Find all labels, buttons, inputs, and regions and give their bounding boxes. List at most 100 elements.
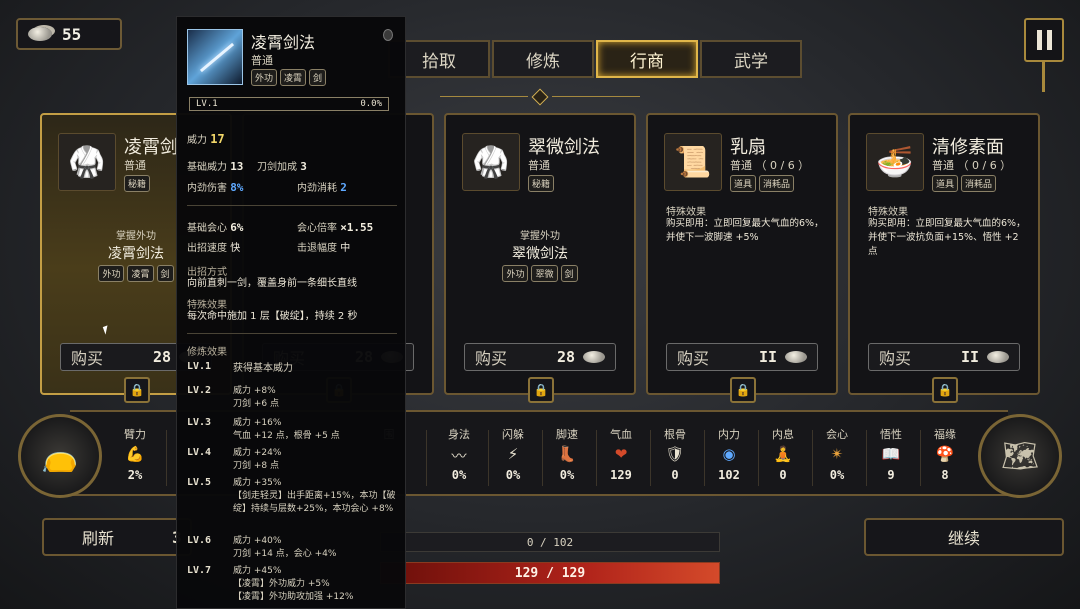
level-desc: 威力 +16% 气血 +12 点，根骨 +5 点	[233, 418, 340, 441]
base-power: 基础威力 13	[187, 160, 244, 173]
meditate-icon: 🧘	[773, 445, 793, 463]
skill-tag: 剑	[309, 69, 327, 86]
level-desc: 威力 +35% 【剑走轻灵】出手距离+15%，本功【破绽】持续与层数+25%，本…	[233, 478, 396, 514]
continue-button[interactable]: 继续	[864, 518, 1064, 556]
stat-move-speed: 脚速 👢 0%	[542, 426, 592, 482]
tooltip-title: 凌霄剑法	[251, 33, 316, 52]
silver-coin-icon	[785, 351, 807, 363]
tab-merchant[interactable]: 行商	[596, 40, 698, 78]
dodge-icon: ⚡	[507, 445, 519, 463]
skill-tag: 凌霄	[127, 265, 154, 282]
lock-icon[interactable]: 🔒	[124, 377, 150, 403]
level-label: LV.6	[187, 535, 212, 546]
level-desc: 威力 +45% 【凌霄】外功威力 +5% 【凌霄】外功助攻加强 +12%	[233, 566, 354, 602]
level-label: LV.7	[187, 565, 212, 576]
knockback: 击退幅度 中	[297, 243, 351, 254]
skill-tag: 剑	[560, 265, 578, 282]
card-rarity: 普通	[124, 159, 146, 172]
base-crit: 基础会心 6%	[187, 221, 244, 234]
gem-icon	[383, 29, 393, 41]
mushroom-icon: 🍄	[935, 445, 955, 463]
shield-icon: 🛡	[665, 445, 685, 463]
refresh-button[interactable]: 刷新 3	[42, 518, 192, 556]
burst-icon: ✴	[830, 445, 844, 463]
card-tag: 消耗品	[759, 175, 795, 192]
arm-icon: 💪	[125, 445, 145, 463]
scroll-map-button[interactable]: 🗺	[978, 414, 1062, 498]
level-label: LV.2	[187, 385, 212, 396]
tab-bar: 拾取 修炼 行商 武学	[388, 40, 808, 78]
tab-ornament	[440, 88, 640, 106]
scroll-icon: 🥋	[58, 133, 116, 191]
skill-tooltip: 凌霄剑法 普通 外功 凌霄 剑 LV.1 0.0% 威力 17 基础威力 13 …	[176, 16, 406, 609]
orb-icon: ◉	[722, 445, 736, 463]
tab-martial-arts[interactable]: 武学	[700, 40, 802, 78]
level-desc: 获得基本威力	[233, 363, 293, 374]
effect-text: 购买即用：立即回复最大气血的6%，并使下一波抗负面+15%、悟性 +2 点	[868, 218, 1026, 257]
sword-skill-icon	[187, 29, 243, 85]
skill-tag: 翠微	[531, 265, 558, 282]
scroll-icon: 🗺	[1000, 438, 1040, 474]
card-rarity: 普通 （ 0 / 6 ）	[932, 159, 1012, 172]
exp-text: 0 / 102	[526, 535, 574, 549]
shop-card-4[interactable]: 📜 乳扇 普通 （ 0 / 6 ） 道具 消耗品 特殊效果 购买即用：立即回复最…	[646, 113, 838, 403]
currency-amount: 55	[62, 24, 82, 44]
price: II	[960, 348, 979, 366]
buy-label: 购买	[879, 349, 912, 368]
lock-icon[interactable]: 🔒	[730, 377, 756, 403]
card-tag: 秘籍	[124, 175, 151, 192]
skill-tag: 凌霄	[280, 69, 307, 86]
refresh-label: 刷新	[82, 529, 115, 548]
stat-dodge: 闪躲 ⚡ 0%	[488, 426, 538, 482]
shop-card-5[interactable]: 🍜 清修素面 普通 （ 0 / 6 ） 道具 消耗品 特殊效果 购买即用：立即回…	[848, 113, 1040, 403]
lock-icon[interactable]: 🔒	[528, 377, 554, 403]
price: 28	[152, 348, 171, 366]
exp-bar: 0 / 102	[380, 532, 720, 552]
effect-heading: 特殊效果	[868, 207, 908, 218]
inventory-bag-button[interactable]: 👝	[18, 414, 102, 498]
card-rarity: 普通 （ 0 / 6 ）	[730, 159, 810, 172]
pause-button[interactable]	[1024, 18, 1064, 62]
stat-luck: 福缘 🍄 8	[920, 426, 970, 482]
heart-icon: ❤	[614, 445, 628, 463]
card-tag: 道具	[932, 175, 959, 192]
silver-coin-icon	[28, 27, 52, 41]
bag-icon: 👝	[41, 438, 79, 474]
book-icon: 📖	[881, 445, 901, 463]
skill-tag: 剑	[156, 265, 174, 282]
special-heading: 特殊效果	[187, 300, 227, 311]
stat-agility: 身法 〰 0%	[434, 426, 484, 482]
stat-strength: 臂力 💪 2%	[110, 426, 160, 482]
fan-food-icon: 📜	[664, 133, 722, 191]
level-desc: 威力 +24% 刀剑 +8 点	[233, 448, 282, 471]
level-label: LV.4	[187, 447, 212, 458]
card-title: 翠微剑法	[528, 137, 600, 158]
buy-button[interactable]: 购买 II	[868, 343, 1020, 371]
card-rarity: 普通	[528, 159, 550, 172]
silver-coin-icon	[583, 351, 605, 363]
level-desc: 威力 +8% 刀剑 +6 点	[233, 386, 279, 409]
buy-button[interactable]: 购买 28	[464, 343, 616, 371]
hp-bar: 129 / 129	[380, 562, 720, 584]
boot-icon: 👢	[557, 445, 577, 463]
tassel-ornament	[1042, 62, 1045, 92]
level-label: LV.5	[187, 477, 212, 488]
method-heading: 出招方式	[187, 267, 227, 278]
scroll-icon: 🥋	[462, 133, 520, 191]
method-text: 向前直刺一剑，覆盖身前一条细长直线	[187, 278, 357, 289]
stat-constitution: 根骨 🛡 0	[650, 426, 700, 482]
effect-text: 购买即用：立即回复最大气血的6%，并使下一波脚速 +5%	[666, 218, 824, 243]
price: 28	[556, 348, 575, 366]
buy-label: 购买	[677, 349, 710, 368]
noodle-bowl-icon: 🍜	[866, 133, 924, 191]
price: II	[758, 348, 777, 366]
skill-tag: 外功	[251, 69, 278, 86]
card-tag: 秘籍	[528, 175, 555, 192]
level-bar: LV.1 0.0%	[189, 97, 389, 111]
shop-card-3[interactable]: 🥋 翠微剑法 普通 秘籍 掌握外功 翠微剑法 外功 翠微 剑 购买 28 🔒	[444, 113, 636, 403]
lock-icon[interactable]: 🔒	[932, 377, 958, 403]
level-desc: 威力 +40% 刀剑 +14 点，会心 +4%	[233, 536, 337, 559]
buy-button[interactable]: 购买 II	[666, 343, 818, 371]
pause-icon	[1036, 30, 1042, 50]
tab-training[interactable]: 修炼	[492, 40, 594, 78]
